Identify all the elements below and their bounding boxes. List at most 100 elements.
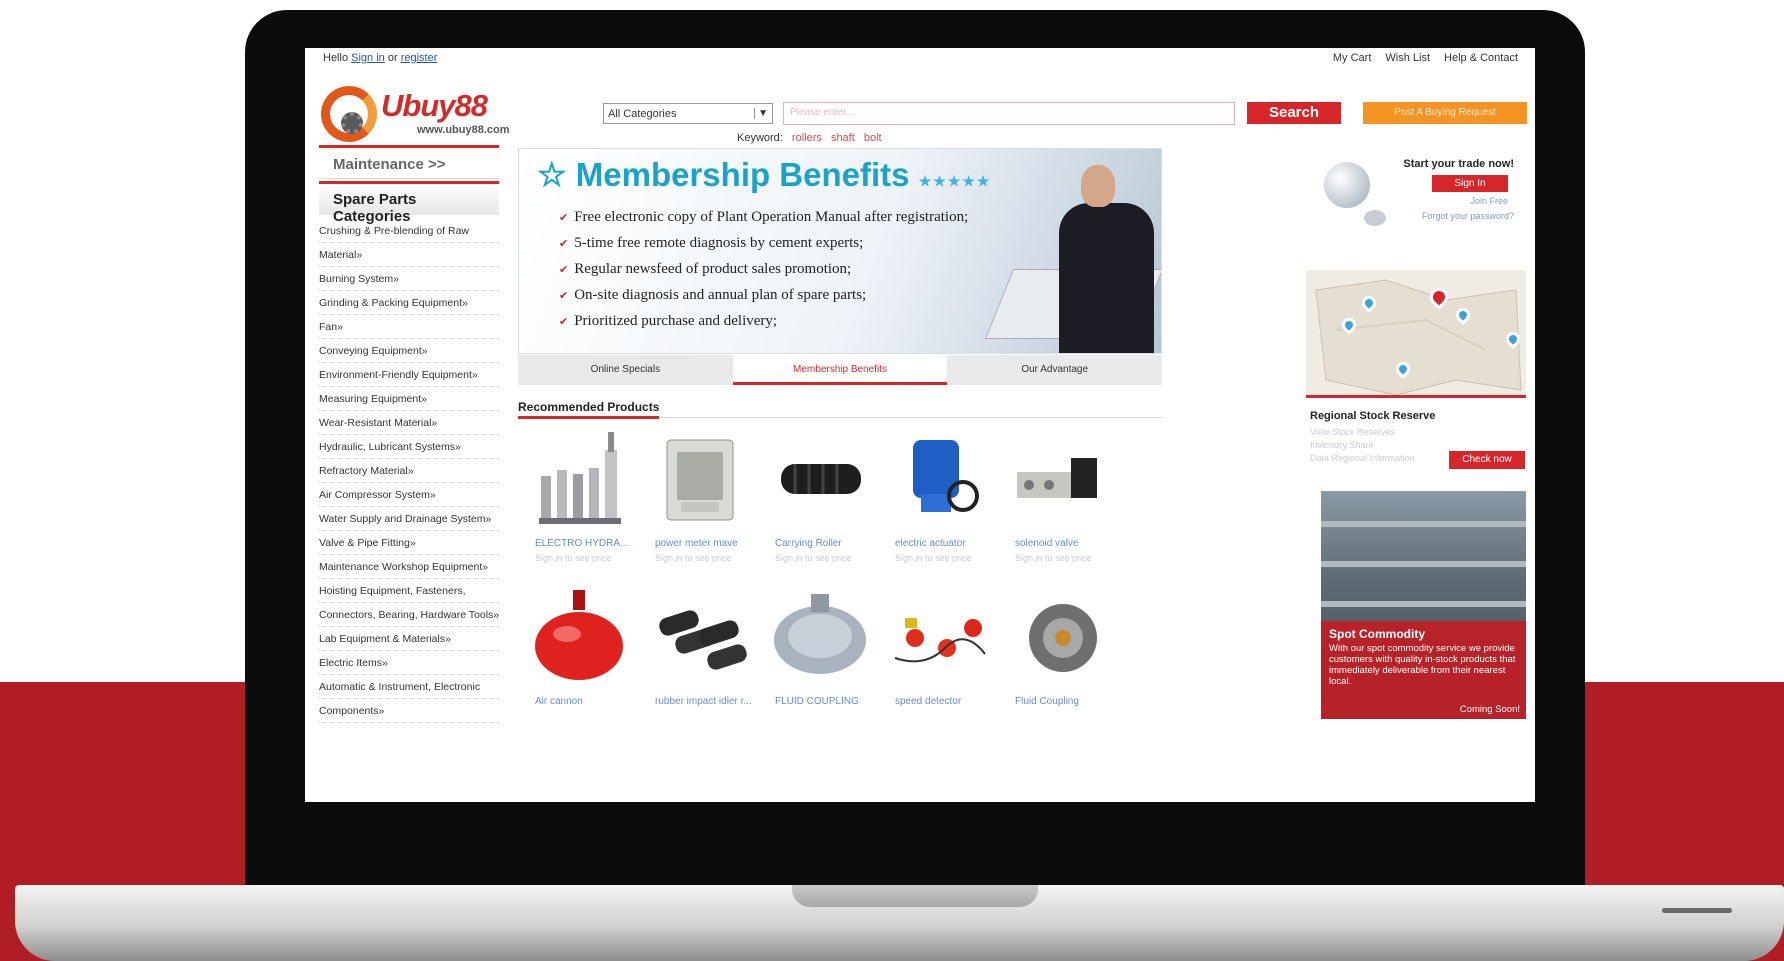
category-item[interactable]: Electric Items» [319, 651, 499, 675]
category-item[interactable]: Hoisting Equipment, Fasteners, [319, 579, 499, 603]
check-now-button[interactable]: Check now [1449, 451, 1525, 469]
benefit-text: On-site diagnosis and annual plan of spa… [574, 287, 867, 303]
air-cannon-image [535, 590, 623, 680]
membership-banner[interactable]: ☆ Membership Benefits ★★★★★ ✔ Free electr… [518, 148, 1162, 354]
banner-title-text: Membership Benefits [575, 156, 910, 193]
businessman-head [1081, 165, 1115, 207]
category-item[interactable]: Maintenance Workshop Equipment» [319, 555, 499, 579]
category-item[interactable]: Conveying Equipment» [319, 339, 499, 363]
category-select[interactable]: All Categories ▼ [603, 103, 773, 124]
laptop-hinge-notch [792, 885, 1038, 907]
category-item[interactable]: Wear-Resistant Material» [319, 411, 499, 435]
stock-map[interactable] [1306, 270, 1526, 398]
category-list: Crushing & Pre-blending of Raw Material»… [319, 219, 499, 723]
category-item[interactable]: Hydraulic, Lubricant Systems» [319, 435, 499, 459]
tab-membership-benefits[interactable]: Membership Benefits [732, 355, 948, 385]
product-price: Sign in to see price [895, 553, 972, 563]
category-item[interactable]: Automatic & Instrument, Electronic [319, 675, 499, 699]
category-item[interactable]: Components» [319, 699, 499, 723]
brand-logo[interactable]: Ubuy88 www.ubuy88.com [321, 86, 521, 150]
product-card[interactable]: FLUID COUPLING [765, 588, 875, 728]
search-input[interactable]: Please enter... [783, 102, 1235, 125]
product-name[interactable]: ELECTRO HYDRA... [535, 538, 628, 549]
speed-detector-image [894, 618, 986, 663]
star-icon: ☆ [537, 156, 567, 193]
category-item[interactable]: Connectors, Bearing, Hardware Tools» [319, 603, 499, 627]
stock-link[interactable]: Inventory Share [1310, 440, 1374, 450]
product-card[interactable]: rubber impact idler r... [645, 588, 755, 728]
category-item[interactable]: Valve & Pipe Fitting» [319, 531, 499, 555]
register-link[interactable]: register [401, 52, 438, 64]
category-item[interactable]: Material» [319, 243, 499, 267]
electric-actuator-image [913, 440, 979, 512]
tab-our-advantage[interactable]: Our Advantage [947, 355, 1162, 385]
keyword-label: Keyword: [737, 132, 783, 144]
check-icon: ✔ [559, 212, 569, 224]
product-price: Sign in to see price [535, 553, 612, 563]
product-card[interactable]: ELECTRO HYDRA... Sign in to see price [525, 430, 635, 570]
category-select-value: All Categories [608, 107, 677, 120]
product-name[interactable]: power meter mave [655, 538, 738, 549]
solenoid-valve-image [1017, 458, 1097, 498]
product-price: Sign in to see price [1015, 553, 1092, 563]
forgot-password-link[interactable]: Forgot your password? [1422, 211, 1514, 221]
benefit-item: ✔ 5-time free remote diagnosis by cement … [559, 235, 968, 261]
warehouse-shelf [1321, 601, 1526, 607]
product-card[interactable]: solenoid valve Sign in to see price [1005, 430, 1115, 570]
product-card[interactable]: speed detector [885, 588, 995, 728]
post-buying-request-button[interactable]: Post A Buying Request [1363, 102, 1527, 124]
category-item[interactable]: Refractory Material» [319, 459, 499, 483]
stock-link[interactable]: Data Regional Information [1310, 453, 1415, 463]
benefit-text: Regular newsfeed of product sales promot… [574, 261, 852, 277]
coming-soon-label: Coming Soon! [1459, 704, 1520, 715]
keyword-link[interactable]: rollers [792, 132, 822, 144]
marketing-stage: Hello Sign in or register My Cart Wish L… [0, 0, 1784, 961]
my-cart-link[interactable]: My Cart [1333, 52, 1372, 64]
product-name[interactable]: rubber impact idler r... [655, 696, 752, 707]
maintenance-link[interactable]: Maintenance >> [319, 145, 499, 179]
product-name[interactable]: Air cannon [535, 696, 583, 707]
category-item[interactable]: Measuring Equipment» [319, 387, 499, 411]
join-free-link[interactable]: Join Free [1470, 196, 1508, 206]
product-card[interactable]: electric actuator Sign in to see price [885, 430, 995, 570]
spot-commodity-panel[interactable]: Spot Commodity With our spot commodity s… [1321, 491, 1526, 719]
category-item[interactable]: Crushing & Pre-blending of Raw [319, 219, 499, 243]
product-name[interactable]: speed detector [895, 696, 961, 707]
keyword-link[interactable]: bolt [864, 132, 882, 144]
map-graphic [1315, 279, 1522, 395]
tab-online-specials[interactable]: Online Specials [518, 355, 733, 385]
benefit-item: ✔ Free electronic copy of Plant Operation… [559, 209, 968, 235]
or-text: or [387, 52, 398, 64]
help-contact-link[interactable]: Help & Contact [1444, 52, 1518, 64]
product-card[interactable]: Carrying Roller Sign in to see price [765, 430, 875, 570]
category-item[interactable]: Grinding & Packing Equipment» [319, 291, 499, 315]
product-card[interactable]: Fluid Coupling [1005, 588, 1115, 728]
product-name[interactable]: electric actuator [895, 538, 966, 549]
category-item[interactable]: Fan» [319, 315, 499, 339]
product-card[interactable]: power meter mave Sign in to see price [645, 430, 755, 570]
category-item[interactable]: Environment-Friendly Equipment» [319, 363, 499, 387]
category-item[interactable]: Water Supply and Drainage System» [319, 507, 499, 531]
stock-title: Regional Stock Reserve [1310, 410, 1436, 422]
businessman-image [1059, 165, 1154, 353]
stock-link[interactable]: View Stock Reserves [1310, 427, 1395, 437]
top-links: My Cart Wish List Help & Contact [1333, 52, 1518, 64]
benefit-item: ✔ Prioritized purchase and delivery; [559, 313, 968, 339]
keyword-link[interactable]: shaft [831, 132, 855, 144]
laptop-screen: Hello Sign in or register My Cart Wish L… [305, 48, 1535, 802]
product-name[interactable]: Fluid Coupling [1015, 696, 1079, 707]
sign-in-link[interactable]: Sign in [351, 52, 385, 64]
product-name[interactable]: solenoid valve [1015, 538, 1078, 549]
businessman-body [1059, 203, 1154, 353]
product-name[interactable]: Carrying Roller [775, 538, 842, 549]
product-name[interactable]: FLUID COUPLING [775, 696, 859, 707]
fluid-coupling-disc-image [1029, 604, 1097, 672]
category-item[interactable]: Burning System» [319, 267, 499, 291]
wish-list-link[interactable]: Wish List [1385, 52, 1430, 64]
category-item[interactable]: Lab Equipment & Materials» [319, 627, 499, 651]
search-button[interactable]: Search [1247, 102, 1341, 124]
category-item[interactable]: Air Compressor System» [319, 483, 499, 507]
sign-in-button[interactable]: Sign In [1432, 175, 1508, 192]
product-card[interactable]: Air cannon [525, 588, 635, 728]
power-meter-image [666, 439, 734, 521]
